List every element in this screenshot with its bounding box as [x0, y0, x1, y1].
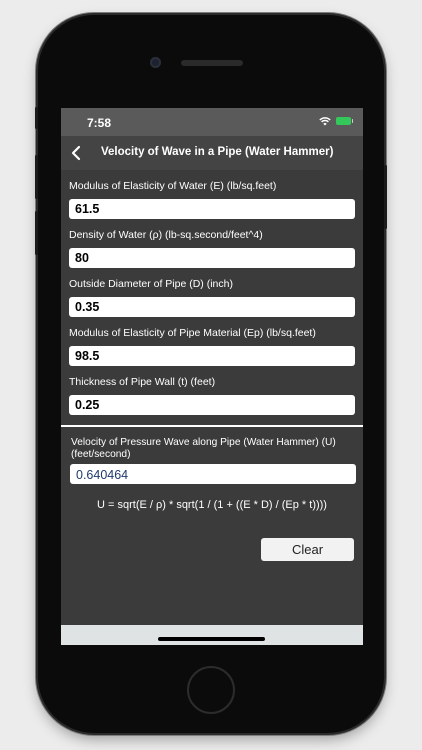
status-bar: 7:58 — [61, 108, 363, 136]
front-camera — [150, 57, 161, 68]
field-label-ep: Modulus of Elasticity of Pipe Material (… — [69, 327, 316, 339]
ep-input[interactable] — [69, 346, 355, 366]
status-time: 7:58 — [87, 116, 112, 130]
app-screen: 7:58 Velocity of Wave in a Pipe (Water H… — [61, 108, 363, 645]
chevron-left-icon — [71, 145, 81, 161]
density-input[interactable] — [69, 248, 355, 268]
volume-up-button — [35, 155, 38, 199]
field-label-e: Modulus of Elasticity of Water (E) (lb/s… — [69, 180, 277, 192]
e-input[interactable] — [69, 199, 355, 219]
wifi-icon — [319, 117, 331, 126]
home-indicator — [158, 637, 265, 641]
field-label-diameter: Outside Diameter of Pipe (D) (inch) — [69, 278, 233, 290]
field-label-density: Density of Water (ρ) (lb-sq.second/feet^… — [69, 229, 263, 241]
field-label-thickness: Thickness of Pipe Wall (t) (feet) — [69, 376, 216, 388]
input-form: Modulus of Elasticity of Water (E) (lb/s… — [61, 170, 363, 415]
page-title: Velocity of Wave in a Pipe (Water Hammer… — [101, 146, 334, 158]
mute-switch — [35, 107, 38, 129]
volume-down-button — [35, 211, 38, 255]
thickness-input[interactable] — [69, 395, 355, 415]
diameter-input[interactable] — [69, 297, 355, 317]
status-icons — [319, 116, 353, 126]
back-button[interactable] — [65, 142, 87, 164]
navigation-bar: Velocity of Wave in a Pipe (Water Hammer… — [61, 136, 363, 170]
result-value: 0.640464 — [70, 463, 356, 484]
power-button — [384, 165, 387, 229]
bottom-bar — [61, 625, 363, 645]
home-button[interactable] — [187, 666, 235, 714]
clear-button[interactable]: Clear — [261, 538, 354, 561]
battery-icon — [336, 117, 353, 125]
earpiece-speaker — [181, 60, 243, 66]
result-label: Velocity of Pressure Wave along Pipe (Wa… — [71, 436, 336, 460]
formula-text: U = sqrt(E / ρ) * sqrt(1 / (1 + ((E * D)… — [97, 498, 327, 511]
